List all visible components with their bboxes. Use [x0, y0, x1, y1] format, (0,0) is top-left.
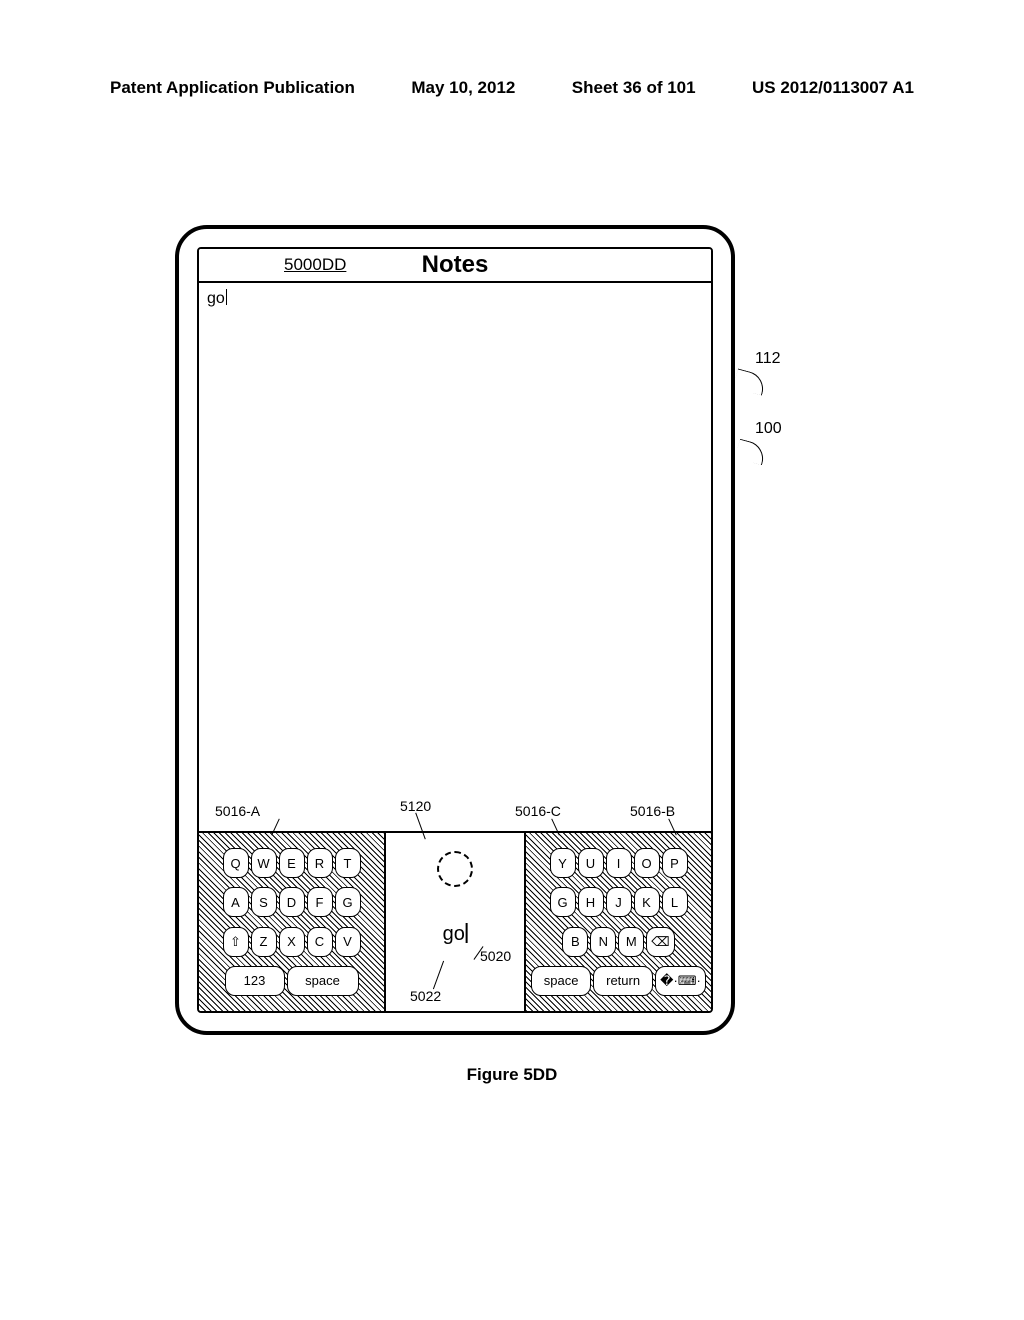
text-input-area[interactable]: go [199, 283, 711, 831]
key-p[interactable]: P [662, 848, 688, 878]
center-preview-text: go [443, 923, 468, 946]
ref-5020: 5020 [480, 948, 511, 964]
keyboard-right-half: Y U I O P G H J K L B N [526, 833, 711, 1011]
ref-5016b: 5016-B [630, 803, 675, 819]
key-w[interactable]: W [251, 848, 277, 878]
touch-screen: 5000DD Notes go Q W E R T A [197, 247, 713, 1013]
key-a[interactable]: A [223, 887, 249, 917]
header-pubno: US 2012/0113007 A1 [752, 78, 914, 98]
key-return[interactable]: return [593, 966, 653, 996]
ref-5016c: 5016-C [515, 803, 561, 819]
key-g[interactable]: G [335, 887, 361, 917]
key-123[interactable]: 123 [225, 966, 285, 996]
title-bar: 5000DD Notes [199, 249, 711, 283]
key-f[interactable]: F [307, 887, 333, 917]
typed-text: go [207, 290, 225, 307]
key-n[interactable]: N [590, 927, 616, 957]
key-m[interactable]: M [618, 927, 644, 957]
ref-5022: 5022 [410, 988, 441, 1004]
page-header: Patent Application Publication May 10, 2… [0, 78, 1024, 98]
app-title: Notes [422, 251, 489, 279]
header-sheet: Sheet 36 of 101 [572, 78, 696, 98]
leader-line-icon [735, 439, 767, 466]
key-t[interactable]: T [335, 848, 361, 878]
keyboard-center-input[interactable]: go [384, 833, 526, 1011]
ref-112: 112 [755, 350, 781, 368]
key-keyboard-toggle[interactable]: �·⌨· [655, 966, 706, 996]
key-d[interactable]: D [279, 887, 305, 917]
key-backspace[interactable]: ⌫ [646, 927, 674, 957]
center-preview-value: go [443, 923, 465, 945]
key-z[interactable]: Z [251, 927, 277, 957]
key-e[interactable]: E [279, 848, 305, 878]
figure-ref: 5000DD [284, 255, 346, 275]
key-o[interactable]: O [634, 848, 660, 878]
key-y[interactable]: Y [550, 848, 576, 878]
device-frame: 5000DD Notes go Q W E R T A [175, 225, 735, 1035]
text-cursor-icon [226, 289, 228, 305]
split-keyboard: Q W E R T A S D F G ⇧ Z [199, 831, 711, 1011]
gesture-circle-icon [437, 851, 473, 887]
key-v[interactable]: V [335, 927, 361, 957]
keyboard-left-half: Q W E R T A S D F G ⇧ Z [199, 833, 384, 1011]
key-b[interactable]: B [562, 927, 588, 957]
header-date: May 10, 2012 [411, 78, 515, 98]
key-i[interactable]: I [606, 848, 632, 878]
key-space-left[interactable]: space [287, 966, 359, 996]
key-space-right[interactable]: space [531, 966, 591, 996]
key-h[interactable]: H [578, 887, 604, 917]
ref-100: 100 [755, 420, 782, 438]
center-cursor-icon [466, 923, 468, 943]
key-r[interactable]: R [307, 848, 333, 878]
key-g2[interactable]: G [550, 887, 576, 917]
leader-line-icon [733, 368, 767, 395]
key-c[interactable]: C [307, 927, 333, 957]
key-shift[interactable]: ⇧ [223, 927, 249, 957]
key-x[interactable]: X [279, 927, 305, 957]
header-left: Patent Application Publication [110, 78, 355, 98]
figure-caption: Figure 5DD [0, 1065, 1024, 1085]
ref-5016a: 5016-A [215, 803, 260, 819]
key-k[interactable]: K [634, 887, 660, 917]
key-l[interactable]: L [662, 887, 688, 917]
key-j[interactable]: J [606, 887, 632, 917]
key-q[interactable]: Q [223, 848, 249, 878]
key-s[interactable]: S [251, 887, 277, 917]
key-u[interactable]: U [578, 848, 604, 878]
